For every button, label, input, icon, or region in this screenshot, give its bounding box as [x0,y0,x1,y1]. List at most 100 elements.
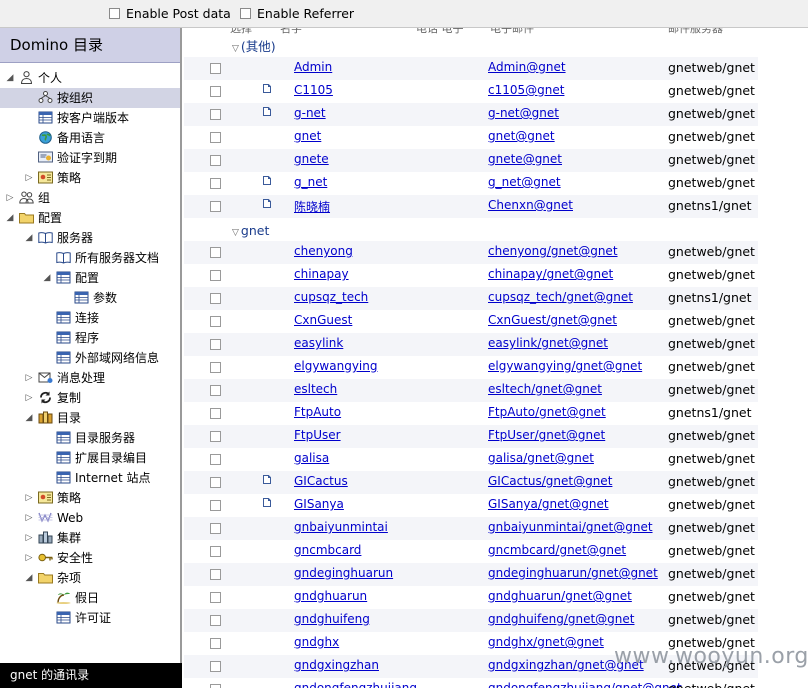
email-link[interactable]: chinapay/gnet@gnet [488,267,613,281]
column-email[interactable]: 电子邮件 [490,28,534,36]
column-phone[interactable]: 电话 电子 [416,28,464,36]
email-link[interactable]: g-net@gnet [488,106,559,120]
person-name-link[interactable]: gndgxingzhan [294,658,379,672]
person-name-link[interactable]: g_net [294,175,327,189]
table-row[interactable]: C1105 c1105@gnet gnetweb/gnet [184,80,758,103]
nav-item[interactable]: 按客户端版本 [0,108,180,128]
table-row[interactable]: gndeginghuarun gndeginghuarun/gnet@gnet gn… [184,563,758,586]
twisty-collapsed-icon[interactable]: ▷ [24,168,34,188]
table-row[interactable]: esltech esltech/gnet@gnet gnetweb/gnet [184,379,758,402]
email-link[interactable]: elgywangying/gnet@gnet [488,359,642,373]
nav-item[interactable]: ▷ 安全性 [0,548,180,568]
nav-item[interactable]: ◢ 杂项 [0,568,180,588]
nav-item[interactable]: 许可证 [0,608,180,628]
person-name-link[interactable]: gndongfengzhujiang [294,681,417,688]
twisty-collapsed-icon[interactable]: ▷ [24,528,34,548]
email-link[interactable]: esltech/gnet@gnet [488,382,602,396]
enable-post-data-checkbox[interactable] [109,8,120,19]
table-row[interactable]: cupsqz_tech cupsqz_tech/gnet@gnet gnetns1/… [184,287,758,310]
nav-item[interactable]: 外部域网络信息 [0,348,180,368]
column-name[interactable]: 名字 [280,28,302,36]
email-link[interactable]: Admin@gnet [488,60,566,74]
row-select-checkbox[interactable] [210,316,221,327]
person-name-link[interactable]: cupsqz_tech [294,290,368,304]
twisty-collapsed-icon[interactable]: ▷ [24,548,34,568]
twisty-expanded-icon[interactable]: ◢ [24,568,34,588]
row-select-checkbox[interactable] [210,201,221,212]
email-link[interactable]: GICactus/gnet@gnet [488,474,612,488]
nav-item[interactable]: ▷ 策略 [0,168,180,188]
row-select-checkbox[interactable] [210,385,221,396]
nav-item[interactable]: ▷ Web [0,508,180,528]
row-select-checkbox[interactable] [210,546,221,557]
enable-post-data-option[interactable]: Enable Post data [109,6,231,21]
table-row[interactable]: 陈晓楠 Chenxn@gnet gnetns1/gnet [184,195,758,218]
nav-item[interactable]: ▷ 消息处理 [0,368,180,388]
row-select-checkbox[interactable] [210,270,221,281]
row-select-checkbox[interactable] [210,661,221,672]
person-name-link[interactable]: CxnGuest [294,313,352,327]
nav-item[interactable]: Internet 站点 [0,468,180,488]
person-name-link[interactable]: gndghuifeng [294,612,370,626]
email-link[interactable]: cupsqz_tech/gnet@gnet [488,290,633,304]
row-select-checkbox[interactable] [210,362,221,373]
row-select-checkbox[interactable] [210,523,221,534]
email-link[interactable]: gndghuifeng/gnet@gnet [488,612,635,626]
row-select-checkbox[interactable] [210,431,221,442]
row-select-checkbox[interactable] [210,684,221,688]
table-row[interactable]: GISanya GISanya/gnet@gnet gnetweb/gnet [184,494,758,517]
row-select-checkbox[interactable] [210,293,221,304]
email-link[interactable]: chenyong/gnet@gnet [488,244,618,258]
nav-item[interactable]: 假日 [0,588,180,608]
enable-referrer-checkbox[interactable] [240,8,251,19]
person-name-link[interactable]: esltech [294,382,337,396]
row-select-checkbox[interactable] [210,247,221,258]
table-row[interactable]: easylink easylink/gnet@gnet gnetweb/gnet [184,333,758,356]
row-select-checkbox[interactable] [210,477,221,488]
email-link[interactable]: FtpUser/gnet@gnet [488,428,605,442]
table-row[interactable]: FtpUser FtpUser/gnet@gnet gnetweb/gnet [184,425,758,448]
person-name-link[interactable]: Admin [294,60,332,74]
person-name-link[interactable]: easylink [294,336,343,350]
email-link[interactable]: g_net@gnet [488,175,561,189]
person-name-link[interactable]: galisa [294,451,329,465]
email-link[interactable]: GISanya/gnet@gnet [488,497,609,511]
table-row[interactable]: gndghuifeng gndghuifeng/gnet@gnet gnetweb/… [184,609,758,632]
person-name-link[interactable]: gndghuarun [294,589,367,603]
nav-item[interactable]: ▷ 集群 [0,528,180,548]
twisty-collapsed-icon[interactable]: ▷ [24,508,34,528]
row-select-checkbox[interactable] [210,408,221,419]
person-name-link[interactable]: chenyong [294,244,353,258]
table-row[interactable]: Admin Admin@gnet gnetweb/gnet [184,57,758,80]
nav-item[interactable]: 扩展目录编目 [0,448,180,468]
nav-item[interactable]: ◢ 配置 [0,268,180,288]
nav-item[interactable]: 备用语言 [0,128,180,148]
row-select-checkbox[interactable] [210,592,221,603]
email-link[interactable]: c1105@gnet [488,83,564,97]
nav-item[interactable]: ◢ 个人 [0,68,180,88]
person-name-link[interactable]: g-net [294,106,326,120]
row-select-checkbox[interactable] [210,86,221,97]
table-row[interactable]: gncmbcard gncmbcard/gnet@gnet gnetweb/gnet [184,540,758,563]
nav-item[interactable]: ▷ 策略 [0,488,180,508]
twisty-expanded-icon[interactable]: ◢ [5,68,15,88]
table-row[interactable]: chinapay chinapay/gnet@gnet gnetweb/gnet [184,264,758,287]
nav-item[interactable]: ◢ 配置 [0,208,180,228]
email-link[interactable]: gnbaiyunmintai/gnet@gnet [488,520,653,534]
category-row[interactable]: ▽ (其他) [232,37,276,57]
row-select-checkbox[interactable] [210,454,221,465]
nav-item[interactable]: 按组织 [0,88,180,108]
row-select-checkbox[interactable] [210,569,221,580]
twisty-expanded-icon[interactable]: ◢ [24,408,34,428]
table-row[interactable]: gnbaiyunmintai gnbaiyunmintai/gnet@gnet gn… [184,517,758,540]
person-name-link[interactable]: gndghx [294,635,339,649]
column-mail-server[interactable]: 邮件服务器 [668,28,723,36]
email-link[interactable]: Chenxn@gnet [488,198,573,212]
email-link[interactable]: CxnGuest/gnet@gnet [488,313,617,327]
nav-item[interactable]: ◢ 目录 [0,408,180,428]
twisty-collapsed-icon[interactable]: ▷ [24,488,34,508]
table-row[interactable]: galisa galisa/gnet@gnet gnetweb/gnet [184,448,758,471]
person-name-link[interactable]: gnete [294,152,329,166]
row-select-checkbox[interactable] [210,155,221,166]
row-select-checkbox[interactable] [210,638,221,649]
